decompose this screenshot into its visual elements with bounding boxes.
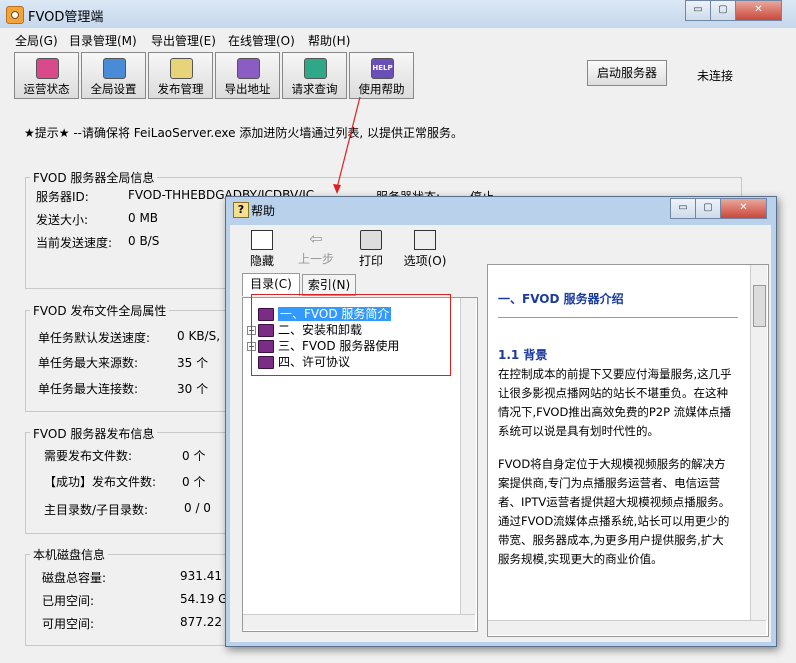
firewall-tip: ★提示★ --请确保将 FeiLaoServer.exe 添加进防火墙通过列表,… [24,126,463,140]
publish-button[interactable]: 发布管理 [148,52,213,99]
print-label: 打印 [358,254,383,268]
status-button-label: 运营状态 [23,82,70,96]
options-icon [414,230,436,250]
hide-icon [251,230,273,250]
connection-status: 未连接 [697,69,734,83]
published-files-label: 【成功】发布文件数: [44,475,157,489]
send-size-label: 发送大小: [36,213,89,227]
content-horizontal-scrollbar[interactable] [488,620,766,635]
minimize-icon: ▭ [693,4,703,15]
tab-index[interactable]: 索引(N) [302,274,356,296]
maximize-icon: ▢ [718,4,728,15]
publish-info-title: FVOD 服务器发布信息 [30,425,158,442]
back-icon: ⇦ [309,229,323,248]
hide-label: 隐藏 [249,254,274,268]
server-info-title: FVOD 服务器全局信息 [30,169,158,186]
title-bar [0,0,796,28]
menu-directory[interactable]: 目录管理(M) [69,32,137,49]
content-heading: 一、FVOD 服务器介绍 [498,292,624,306]
published-files-value: 0 个 [182,475,206,489]
disk-info-title: 本机磁盘信息 [30,546,109,563]
disk-used-label: 已用空间: [42,594,95,608]
close-icon: ✕ [739,202,748,213]
settings-icon [103,58,126,79]
export-button[interactable]: 导出地址 [215,52,280,99]
send-size-value: 0 MB [128,211,159,225]
monitor-icon [36,58,59,79]
default-speed-value: 0 KB/S, [177,329,221,343]
annotation-box [251,294,451,376]
disk-total-value: 931.41 [180,569,222,583]
menu-global[interactable]: 全局(G) [15,32,58,49]
back-label: 上一步 [297,252,334,266]
help-window-title: 帮助 [251,204,276,218]
print-button[interactable]: 打印 [356,230,386,269]
dir-count-value: 0 / 0 [184,501,211,515]
server-id-label: 服务器ID: [36,190,89,204]
disk-used-value: 54.19 G [180,592,228,606]
help-minimize-button[interactable]: ▭ [670,198,696,219]
tree-horizontal-scrollbar[interactable] [243,614,475,630]
global-settings-label: 全局设置 [90,82,137,96]
publish-label: 发布管理 [157,82,204,96]
max-connections-label: 单任务最大连接数: [38,382,139,396]
max-sources-value: 35 个 [177,356,209,370]
print-icon [360,230,382,250]
close-button[interactable]: ✕ [735,0,782,21]
default-speed-label: 单任务默认发送速度: [38,331,151,345]
window-title: FVOD管理端 [28,10,104,25]
tree-vertical-scrollbar[interactable] [460,298,476,614]
global-settings-button[interactable]: 全局设置 [81,52,146,99]
minimize-icon: ▭ [678,202,688,213]
maximize-button[interactable]: ▢ [710,0,736,21]
publish-props-title: FVOD 发布文件全局属性 [30,302,170,319]
start-server-button[interactable]: 启动服务器 [587,60,667,86]
menu-online[interactable]: 在线管理(O) [228,32,295,49]
back-button: ⇦ 上一步 [296,230,336,267]
max-connections-value: 30 个 [177,382,209,396]
export-icon [237,58,260,79]
export-label: 导出地址 [224,82,271,96]
disk-total-label: 磁盘总容量: [42,571,107,585]
help-content: 一、FVOD 服务器介绍 1.1 背景 在控制成本的前提下又要应付海量服务,这几… [498,290,738,569]
send-speed-value: 0 B/S [128,234,160,248]
send-speed-label: 当前发送速度: [36,236,113,250]
content-para-1: 在控制成本的前提下又要应付海量服务,这几乎让很多影视点播网站的站长不堪重负。在这… [498,367,732,438]
content-vertical-scrollbar[interactable] [750,265,767,620]
help-label: 使用帮助 [358,82,405,96]
publish-icon [170,58,193,79]
help-button[interactable]: HELP 使用帮助 [349,52,414,99]
tab-contents[interactable]: 目录(C) [242,273,300,296]
query-label: 请求查询 [291,82,338,96]
help-maximize-button[interactable]: ▢ [695,198,721,219]
help-icon: HELP [371,58,394,79]
app-icon[interactable] [6,6,24,24]
query-button[interactable]: 请求查询 [282,52,347,99]
disk-free-label: 可用空间: [42,617,95,631]
files-to-publish-value: 0 个 [182,449,206,463]
minimize-button[interactable]: ▭ [685,0,711,21]
help-window-icon: ? [233,202,249,218]
dir-count-label: 主目录数/子目录数: [44,503,149,517]
hide-button[interactable]: 隐藏 [244,230,280,269]
content-para-2: FVOD将自身定位于大规模视频服务的解决方案提供商,专门为点播服务运营者、电信运… [498,457,731,566]
menu-help[interactable]: 帮助(H) [308,32,350,49]
maximize-icon: ▢ [703,202,713,213]
query-icon [304,58,327,79]
close-icon: ✕ [754,4,763,15]
menu-export[interactable]: 导出管理(E) [151,32,216,49]
files-to-publish-label: 需要发布文件数: [44,449,133,463]
options-label: 选项(O) [403,254,447,268]
max-sources-label: 单任务最大来源数: [38,356,139,370]
disk-free-value: 877.22 [180,615,222,629]
content-scroll-thumb[interactable] [753,285,766,327]
options-button[interactable]: 选项(O) [402,230,448,269]
content-subheading: 1.1 背景 [498,348,548,362]
help-close-button[interactable]: ✕ [720,198,767,219]
heading-divider [498,317,738,318]
status-button[interactable]: 运营状态 [14,52,79,99]
